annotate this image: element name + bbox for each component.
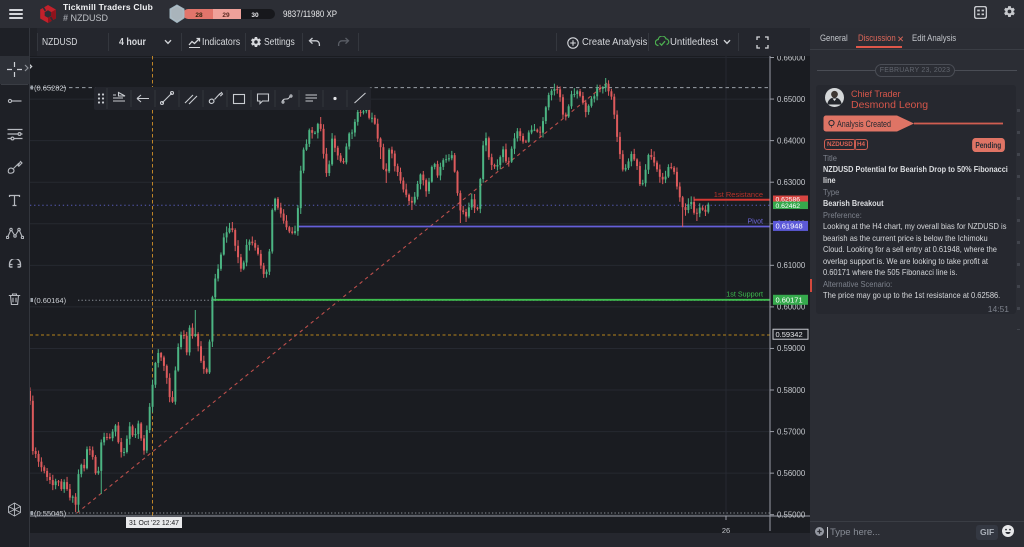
svg-text:Analysis Created: Analysis Created xyxy=(837,119,891,130)
svg-text:(0.55045): (0.55045) xyxy=(34,509,67,518)
svg-text:0.66000: 0.66000 xyxy=(777,56,806,62)
svg-text:0.62462: 0.62462 xyxy=(776,203,801,210)
svg-text:31 Oct '22 12:47: 31 Oct '22 12:47 xyxy=(129,518,179,527)
svg-text:0.56000: 0.56000 xyxy=(777,469,806,478)
svg-text:29: 29 xyxy=(222,12,230,19)
svg-text:0.59342: 0.59342 xyxy=(776,330,803,339)
svg-text:0.63000: 0.63000 xyxy=(777,178,806,187)
svg-text:0.59000: 0.59000 xyxy=(777,344,806,353)
svg-text:0.57000: 0.57000 xyxy=(777,427,806,436)
svg-text:Pivot: Pivot xyxy=(747,219,763,226)
svg-text:26: 26 xyxy=(722,526,730,535)
svg-text:28: 28 xyxy=(195,12,203,19)
svg-text:(0.65282): (0.65282) xyxy=(34,84,67,93)
svg-text:(0.60164): (0.60164) xyxy=(34,296,67,305)
svg-text:1st Resistance: 1st Resistance xyxy=(714,190,763,199)
svg-text:0.64000: 0.64000 xyxy=(777,136,806,145)
svg-text:30: 30 xyxy=(251,12,259,19)
svg-text:0.65000: 0.65000 xyxy=(777,95,806,104)
svg-text:0.58000: 0.58000 xyxy=(777,386,806,395)
svg-text:0.61948: 0.61948 xyxy=(776,222,803,231)
svg-text:1st Support: 1st Support xyxy=(726,290,763,299)
svg-text:0.61000: 0.61000 xyxy=(777,261,806,270)
svg-text:0.55000: 0.55000 xyxy=(777,511,806,520)
svg-text:0.60171: 0.60171 xyxy=(776,295,803,304)
